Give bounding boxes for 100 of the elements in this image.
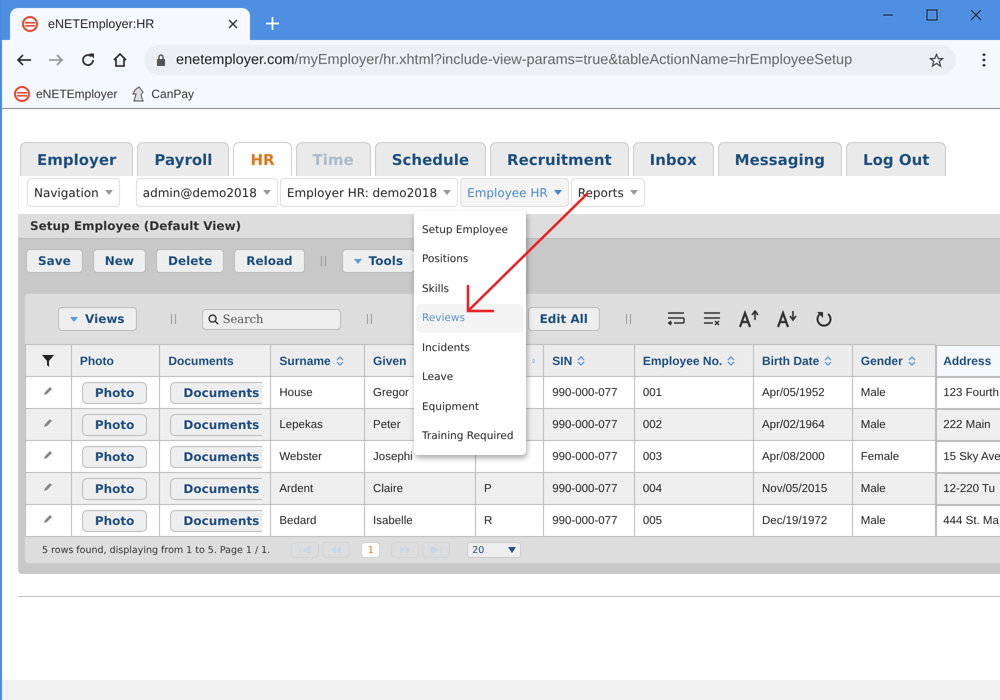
nav-tab[interactable]: Messaging — [718, 142, 842, 176]
sort-icon[interactable] — [727, 354, 736, 366]
reload-icon[interactable] — [80, 52, 96, 68]
documents-button[interactable]: Documents — [170, 414, 262, 436]
filter-icon[interactable] — [41, 354, 56, 368]
table-cell: Claire — [373, 482, 404, 496]
separator-icon — [170, 314, 176, 324]
photo-button[interactable]: Photo — [82, 446, 148, 468]
views-button[interactable]: Views — [58, 307, 137, 331]
toolbar-button[interactable]: Save — [26, 249, 83, 273]
column-header[interactable]: Surname — [270, 344, 365, 376]
nav-tab[interactable]: Recruitment — [490, 142, 629, 176]
close-icon[interactable] — [970, 9, 982, 21]
separator-icon — [366, 314, 372, 324]
column-header[interactable]: Employee No. — [634, 344, 754, 376]
nav-menu[interactable]: Employer HR: demo2018 — [280, 178, 458, 207]
documents-button[interactable]: Documents — [170, 446, 262, 468]
photo-button[interactable]: Photo — [82, 414, 148, 436]
table-cell: Gregor — [373, 386, 409, 400]
column-header[interactable]: Address — [936, 344, 1000, 376]
column-header[interactable]: SIN — [544, 344, 634, 376]
pencil-icon[interactable] — [43, 514, 54, 524]
nav-tab[interactable]: Inbox — [632, 142, 714, 176]
back-icon[interactable] — [16, 52, 32, 68]
menu-item[interactable]: Incidents — [416, 333, 524, 362]
table-cell: 990-000-077 — [552, 450, 618, 464]
sort-icon[interactable] — [336, 354, 344, 366]
documents-button[interactable]: Documents — [170, 478, 262, 500]
horizontal-scrollbar[interactable] — [2, 680, 1000, 700]
sort-icon[interactable] — [908, 354, 916, 366]
bookmark[interactable]: CanPay — [131, 86, 194, 102]
close-icon[interactable] — [228, 19, 238, 29]
table-cell: House — [279, 386, 313, 400]
maximize-icon[interactable] — [926, 9, 938, 21]
table-cell: Ardent — [279, 482, 314, 496]
nav-tab[interactable]: Schedule — [374, 142, 486, 176]
menu-item[interactable]: Positions — [416, 244, 524, 274]
table-cell: 001 — [642, 386, 662, 400]
new-tab-icon[interactable] — [266, 17, 279, 30]
table-cell: 990-000-077 — [552, 386, 618, 400]
table-cell: Female — [860, 450, 900, 464]
menu-item[interactable]: Setup Employee — [416, 215, 524, 244]
column-header[interactable]: Birth Date — [754, 344, 852, 376]
wrap-text-icon[interactable] — [666, 311, 685, 327]
search-icon — [208, 314, 219, 324]
table-cell: Lepekas — [279, 418, 323, 432]
caret-icon — [354, 258, 362, 264]
menu-item[interactable]: Training Required — [416, 422, 524, 451]
pencil-icon[interactable] — [43, 482, 54, 492]
home-icon[interactable] — [112, 52, 128, 68]
clear-format-icon[interactable] — [702, 311, 721, 327]
column-header[interactable]: Photo — [71, 344, 160, 376]
toolbar-button[interactable]: Delete — [156, 249, 224, 273]
nav-menu[interactable]: Navigation — [27, 178, 120, 207]
sort-icon[interactable] — [577, 354, 586, 366]
table-cell: 003 — [642, 450, 662, 464]
menu-item[interactable]: Equipment — [416, 392, 524, 422]
table-cell: Male — [860, 386, 886, 400]
table-cell: 123 Fourth — [943, 386, 999, 400]
menu-item[interactable]: Skills — [416, 274, 524, 304]
toolbar-button[interactable]: New — [92, 249, 146, 273]
nav-tab[interactable]: Payroll — [137, 142, 230, 176]
photo-button[interactable]: Photo — [82, 382, 148, 404]
documents-button[interactable]: Documents — [170, 510, 262, 532]
pencil-icon[interactable] — [43, 386, 54, 396]
sort-icon[interactable] — [824, 354, 832, 366]
separator-icon — [626, 314, 631, 324]
photo-button[interactable]: Photo — [82, 478, 148, 500]
caret-icon — [508, 547, 516, 553]
bookmark[interactable]: eNETEmployer — [14, 86, 118, 102]
nav-tab[interactable]: Employer — [20, 142, 134, 176]
reset-icon[interactable] — [814, 310, 833, 328]
table-cell: Male — [860, 418, 886, 432]
font-decrease-icon[interactable] — [776, 310, 797, 328]
column-header[interactable]: Gender — [852, 344, 936, 376]
toolbar-button[interactable]: Reload — [234, 249, 305, 273]
table-cell: Male — [860, 514, 886, 528]
menu-item[interactable]: Leave — [416, 362, 524, 392]
nav-menu[interactable]: admin@demo2018 — [136, 178, 278, 207]
browser-tab[interactable]: eNETEmployer:HR — [10, 8, 250, 40]
font-increase-icon[interactable] — [738, 310, 759, 328]
column-header[interactable]: Documents — [160, 344, 271, 376]
table-cell: 005 — [642, 514, 662, 528]
search-field[interactable]: Search — [202, 308, 341, 330]
forward-icon[interactable] — [48, 52, 64, 68]
menu-icon[interactable] — [982, 53, 986, 67]
photo-button[interactable]: Photo — [82, 510, 148, 532]
table-cell: Male — [860, 482, 886, 496]
pencil-icon[interactable] — [43, 418, 54, 428]
nav-tab[interactable]: Log Out — [846, 142, 946, 176]
edit-all-button[interactable]: Edit All — [528, 307, 600, 331]
address-bar[interactable]: enetemployer.com/myEmployer/hr.xhtml?include-view-params=true&tableActionName=hrEmployeeSetup — [144, 45, 956, 75]
star-icon[interactable] — [929, 52, 944, 68]
caret-icon — [104, 190, 113, 195]
nav-menu[interactable]: Reports — [570, 178, 645, 207]
page-size-select[interactable]: 20 — [467, 542, 522, 558]
pencil-icon[interactable] — [43, 450, 54, 460]
documents-button[interactable]: Documents — [170, 382, 262, 404]
tools-button[interactable]: Tools — [342, 249, 415, 273]
table-cell: Josephi — [373, 450, 413, 464]
